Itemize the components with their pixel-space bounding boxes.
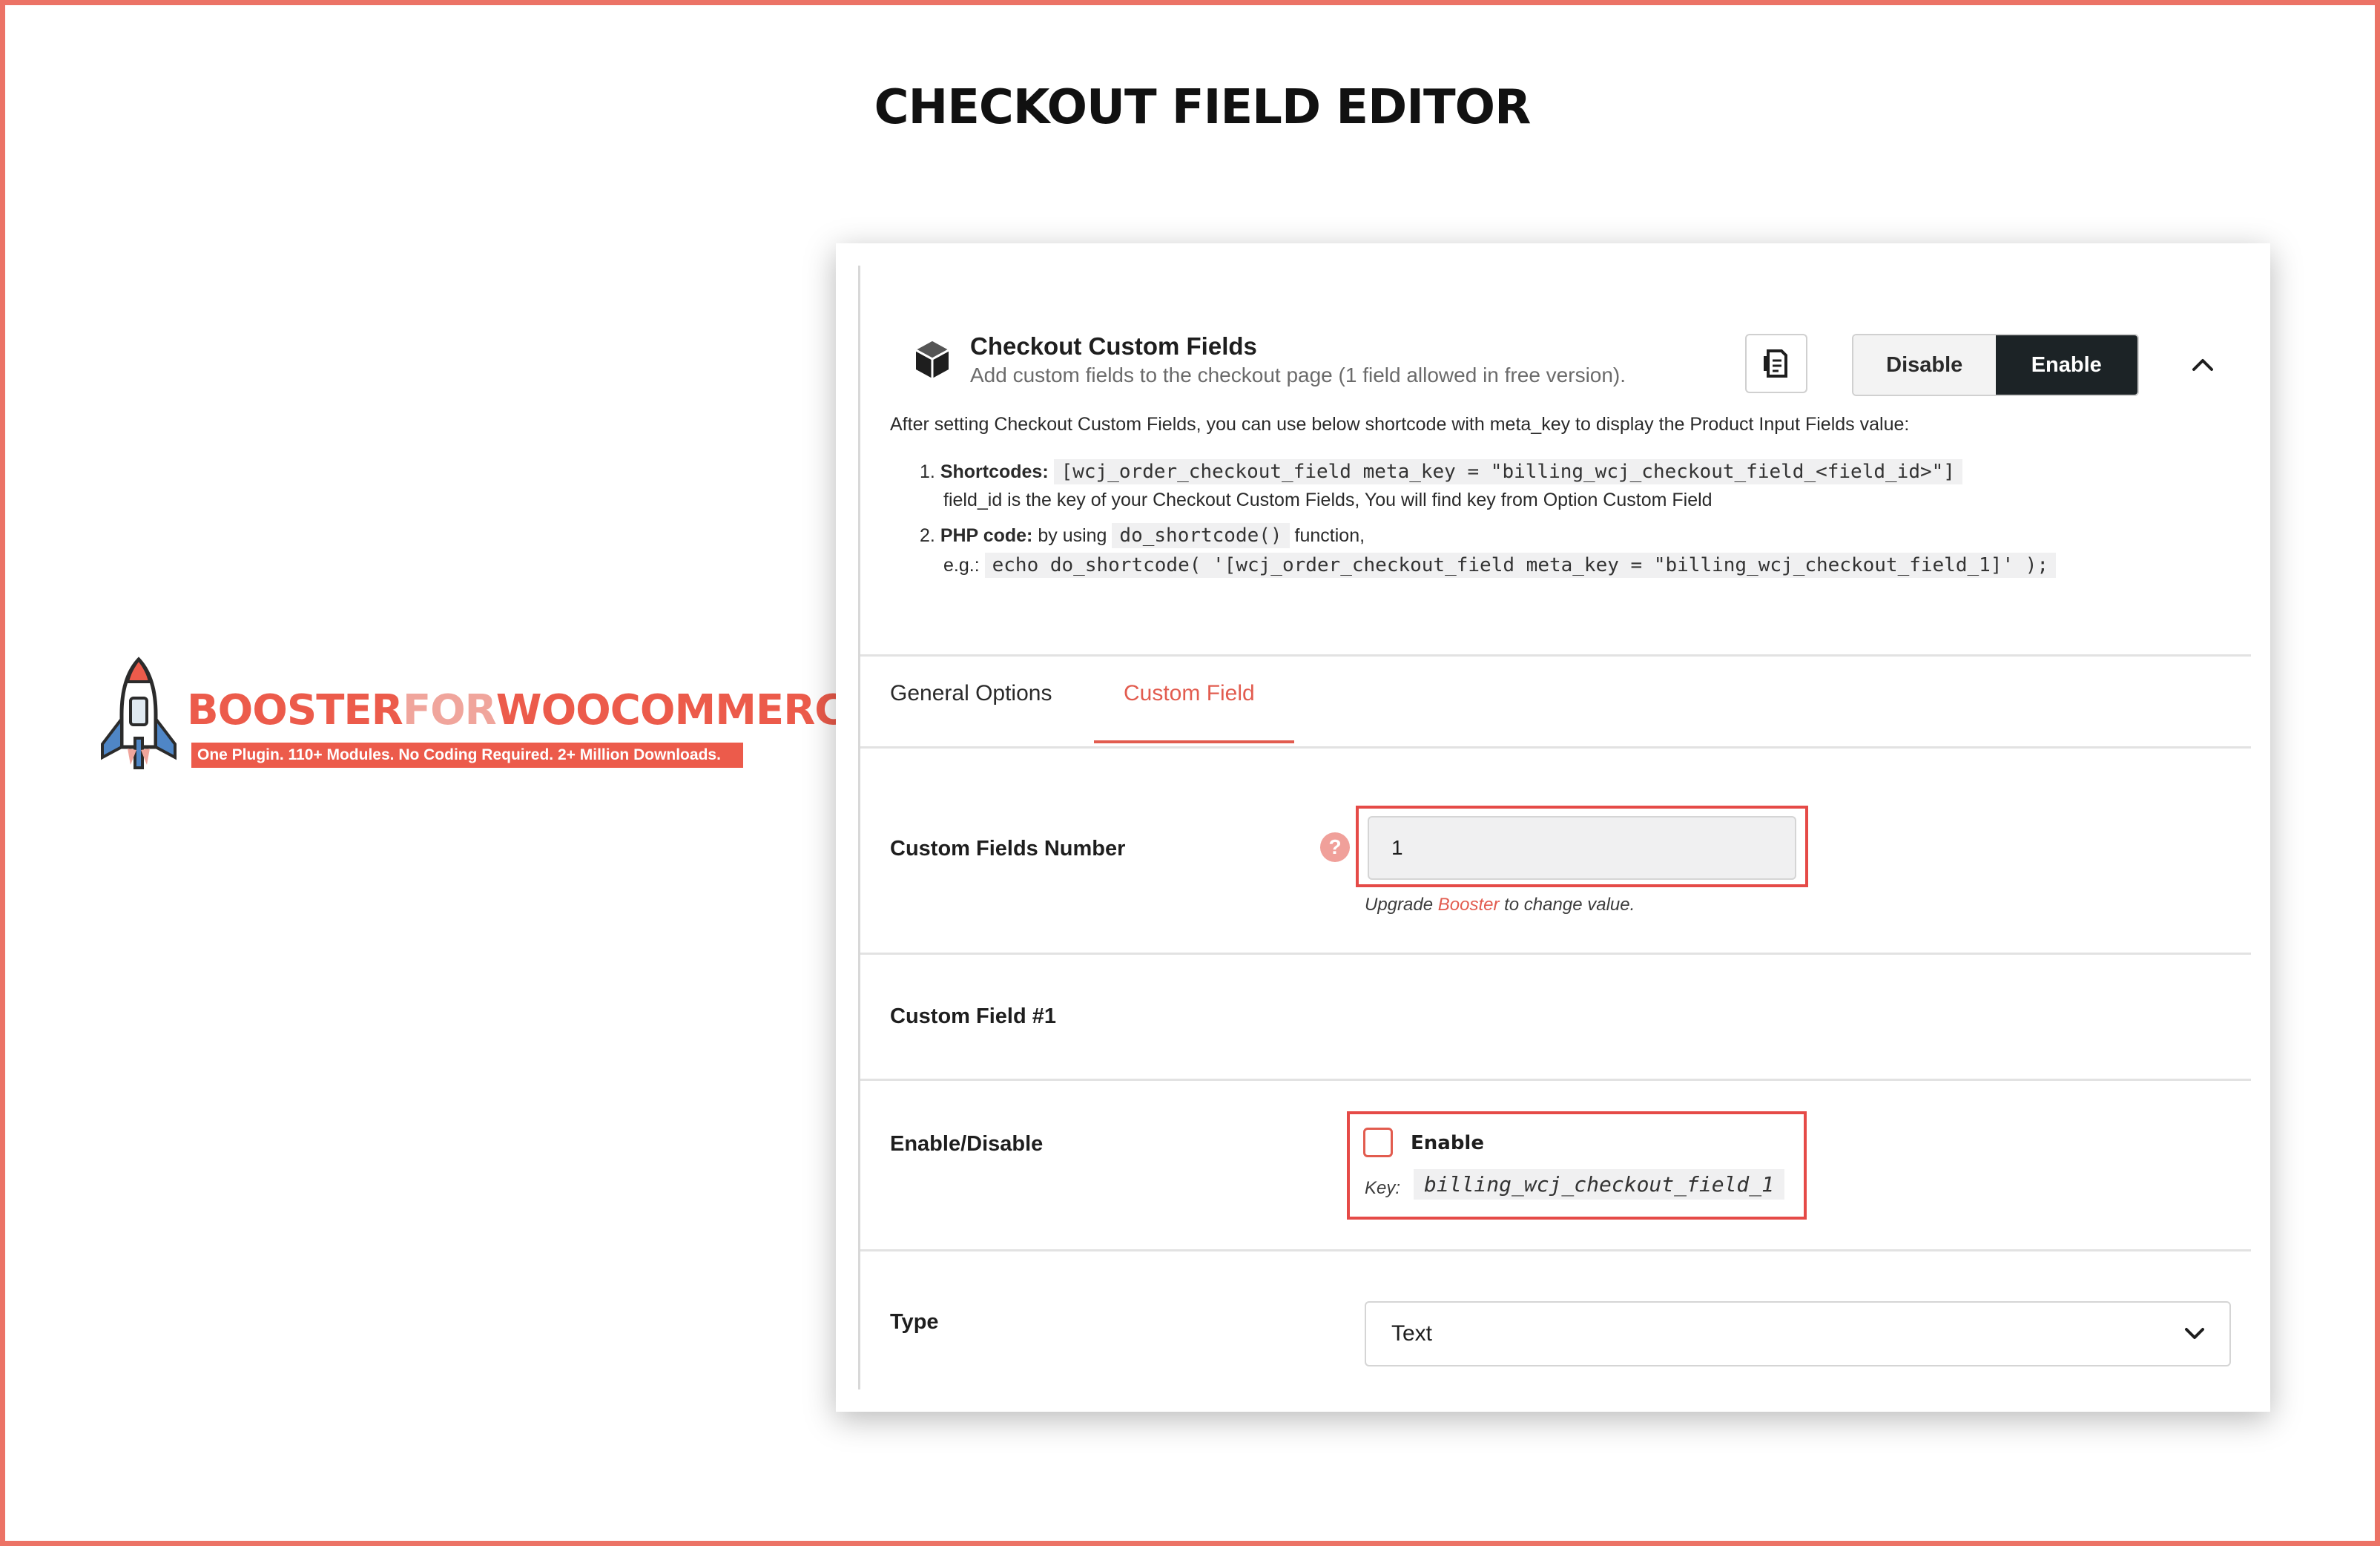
documentation-button[interactable]	[1745, 334, 1807, 393]
upgrade-pre: Upgrade	[1365, 895, 1434, 915]
highlight-box	[1347, 1111, 1807, 1220]
active-tab-indicator	[1094, 740, 1294, 743]
logo-word-booster: BOOSTER	[187, 686, 403, 734]
enable-checkbox[interactable]	[1363, 1128, 1393, 1157]
booster-link[interactable]: Booster	[1438, 895, 1500, 915]
type-select[interactable]: Text	[1365, 1301, 2231, 1366]
shortcode-note: field_id is the key of your Checkout Cus…	[943, 490, 1713, 510]
logo-wordmark: BOOSTERFORWOOCOMMERCE	[187, 686, 873, 734]
module-card-inner: Checkout Custom Fields Add custom fields…	[858, 266, 2251, 1389]
chevron-up-icon[interactable]	[2188, 353, 2218, 375]
divider	[860, 746, 2251, 749]
enable-checkbox-label: Enable	[1411, 1132, 1484, 1154]
divider	[860, 654, 2251, 657]
rocket-icon	[101, 657, 177, 769]
list-number: 1.	[920, 461, 935, 482]
module-description: Add custom fields to the checkout page (…	[970, 364, 1626, 386]
key-value: billing_wcj_checkout_field_1	[1414, 1169, 1785, 1200]
shortcodes-heading: Shortcodes:	[940, 461, 1049, 482]
list-number: 2.	[920, 525, 935, 546]
list-item: 2. PHP code: by using do_shortcode() fun…	[920, 521, 2056, 550]
disable-button[interactable]: Disable	[1853, 335, 1996, 395]
logo-word-woocommerce: WOOCOMMERCE	[495, 686, 873, 734]
tab-custom-field[interactable]: Custom Field	[1124, 681, 1255, 706]
module-card: Checkout Custom Fields Add custom fields…	[836, 243, 2270, 1412]
php-example: e.g.: echo do_shortcode( '[wcj_order_che…	[920, 550, 2057, 580]
type-selected-value: Text	[1391, 1321, 1433, 1346]
booster-logo: BOOSTERFORWOOCOMMERCE One Plugin. 110+ M…	[98, 657, 873, 772]
upgrade-note: Upgrade Booster to change value.	[1365, 895, 1635, 915]
custom-field-heading: Custom Field #1	[890, 1004, 1056, 1028]
shortcode-info: After setting Checkout Custom Fields, yo…	[890, 414, 1910, 435]
divider	[860, 953, 2251, 955]
logo-word-for: FOR	[402, 686, 497, 734]
custom-fields-number-label: Custom Fields Number	[890, 837, 1126, 861]
custom-fields-number-input[interactable]: 1	[1368, 816, 1796, 880]
do-shortcode-code: do_shortcode()	[1112, 523, 1290, 548]
php-pre-text: by using	[1038, 525, 1107, 546]
php-post-text: function,	[1294, 525, 1365, 546]
divider	[860, 1249, 2251, 1251]
upgrade-post: to change value.	[1504, 895, 1635, 915]
key-label: Key:	[1365, 1178, 1401, 1198]
cube-icon	[915, 341, 949, 378]
divider	[860, 1079, 2251, 1081]
tab-general-options[interactable]: General Options	[890, 681, 1052, 706]
type-label: Type	[890, 1310, 939, 1334]
page-title: CHECKOUT FIELD EDITOR	[874, 80, 1532, 135]
enable-button[interactable]: Enable	[1995, 335, 2137, 395]
help-icon[interactable]: ?	[1320, 832, 1350, 862]
enable-disable-label: Enable/Disable	[890, 1132, 1044, 1156]
shortcode-code: [wcj_order_checkout_field meta_key = "bi…	[1053, 459, 1962, 484]
list-item: 1. Shortcodes: [wcj_order_checkout_field…	[920, 457, 2056, 487]
example-label: e.g.:	[943, 555, 980, 576]
document-icon	[1764, 349, 1787, 378]
chevron-down-icon	[2185, 1328, 2204, 1339]
logo-tagline: One Plugin. 110+ Modules. No Coding Requ…	[191, 743, 743, 768]
php-code-heading: PHP code:	[940, 525, 1033, 546]
shortcode-list: 1. Shortcodes: [wcj_order_checkout_field…	[920, 457, 2057, 580]
module-toggle: Disable Enable	[1852, 334, 2139, 396]
module-title: Checkout Custom Fields	[970, 332, 1257, 360]
example-code: echo do_shortcode( '[wcj_order_checkout_…	[984, 553, 2057, 578]
